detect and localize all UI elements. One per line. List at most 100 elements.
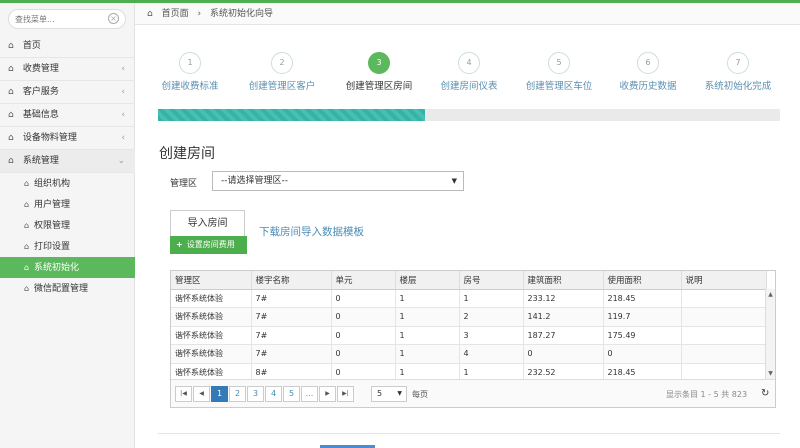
submenu-item-system-init[interactable]: ⌂ 系统初始化 xyxy=(0,257,135,278)
home-icon: ⌂ xyxy=(8,41,14,51)
chevron-left-icon: ‹ xyxy=(121,87,125,97)
submenu-item-label: 系统初始化 xyxy=(34,263,80,273)
step-label: 创建管理区房间 xyxy=(345,81,413,92)
page-button[interactable]: 3 xyxy=(247,386,264,402)
table-cell xyxy=(681,344,767,364)
house-icon: ⌂ xyxy=(24,200,30,209)
page-button[interactable]: 5 xyxy=(283,386,300,402)
step-label: 系统初始化完成 xyxy=(704,81,772,92)
set-room-fee-label: 设置房间费用 xyxy=(186,240,235,249)
table-row[interactable]: 谐怀系统体验 7# 0 1 1 233.12 218.45 xyxy=(171,289,767,308)
table-row[interactable]: 谐怀系统体验 7# 0 1 3 187.27 175.49 xyxy=(171,326,767,345)
table-cell: 3 xyxy=(459,326,524,345)
page-button[interactable]: 1 xyxy=(211,386,228,402)
column-header[interactable]: 建筑面积 xyxy=(523,271,604,290)
sidebar-item-system-management[interactable]: ⌂ 系统管理 ⌄ xyxy=(0,150,135,173)
import-rooms-tab[interactable]: 导入房间 xyxy=(170,210,245,236)
table-row[interactable]: 谐怀系统体验 7# 0 1 4 0 0 xyxy=(171,344,767,364)
caret-down-icon: ▼ xyxy=(397,390,402,397)
sidebar-item-fee-management[interactable]: ⌂ 收费管理 ‹ xyxy=(0,58,135,81)
wizard-step-6[interactable]: 6 收费历史数据 xyxy=(603,52,693,92)
chevron-right-icon: › xyxy=(197,9,202,19)
table-cell: 谐怀系统体验 xyxy=(171,307,252,327)
submenu-item-permissions[interactable]: ⌂ 权限管理 xyxy=(0,215,135,236)
sidebar-item-equipment[interactable]: ⌂ 设备物料管理 ‹ xyxy=(0,127,135,150)
pager-info: 显示条目 1 - 5 共 823 xyxy=(666,390,748,399)
column-header[interactable]: 楼宇名称 xyxy=(251,271,332,290)
chevron-left-icon: ‹ xyxy=(121,133,125,143)
page-button[interactable]: 2 xyxy=(229,386,246,402)
sidebar: × ⌂ 首页 ⌂ 收费管理 ‹ ⌂ 客户服务 ‹ ⌂ 基础信息 ‹ ⌂ 设备物料… xyxy=(0,3,135,448)
scroll-down-icon[interactable]: ▼ xyxy=(766,370,775,377)
wizard-step-5[interactable]: 5 创建管理区车位 xyxy=(514,52,604,92)
table-cell: 7# xyxy=(251,289,332,308)
wizard-step-3[interactable]: 3 创建管理区房间 xyxy=(334,52,424,92)
clear-search-icon[interactable]: × xyxy=(108,13,119,24)
sidebar-item-basic-info[interactable]: ⌂ 基础信息 ‹ xyxy=(0,104,135,127)
sidebar-item-home[interactable]: ⌂ 首页 xyxy=(0,35,135,58)
area-select[interactable]: --请选择管理区-- ▼ xyxy=(212,171,464,191)
submenu-item-wechat-config[interactable]: ⌂ 微信配置管理 xyxy=(0,278,135,299)
submenu-item-organization[interactable]: ⌂ 组织机构 xyxy=(0,173,135,194)
table-header-row: 管理区 楼宇名称 单元 楼层 房号 建筑面积 使用面积 说明 xyxy=(171,271,767,290)
wizard-step-1[interactable]: 1 创建收费标准 xyxy=(145,52,235,92)
column-header[interactable]: 说明 xyxy=(681,271,767,290)
next-page-button[interactable]: ▶ xyxy=(319,386,336,402)
sidebar-item-label: 收费管理 xyxy=(22,64,59,74)
wizard-step-2[interactable]: 2 创建管理区客户 xyxy=(237,52,327,92)
table-cell xyxy=(681,289,767,308)
table-cell xyxy=(681,326,767,345)
pager: |◀ ◀ 1 2 3 4 5 ... ▶ ▶| 5 ▼ 每页 显示条目 1 - … xyxy=(171,379,775,407)
table-cell: 0 xyxy=(331,307,396,327)
column-header[interactable]: 单元 xyxy=(331,271,396,290)
column-header[interactable]: 管理区 xyxy=(171,271,252,290)
first-page-button[interactable]: |◀ xyxy=(175,386,192,402)
refresh-icon[interactable]: ↻ xyxy=(761,388,769,399)
submenu-item-label: 权限管理 xyxy=(34,221,71,231)
house-icon: ⌂ xyxy=(8,110,14,120)
rooms-grid: 管理区 楼宇名称 单元 楼层 房号 建筑面积 使用面积 说明 谐怀系统体验 7#… xyxy=(170,270,776,408)
submenu-item-print-settings[interactable]: ⌂ 打印设置 xyxy=(0,236,135,257)
menu-search-input[interactable] xyxy=(15,10,107,28)
scroll-up-icon[interactable]: ▲ xyxy=(766,291,775,298)
wizard-step-4[interactable]: 4 创建房间仪表 xyxy=(424,52,514,92)
breadcrumb-home-link[interactable]: 首页面 xyxy=(162,9,189,19)
sidebar-item-label: 客户服务 xyxy=(22,87,59,97)
page-size-select[interactable]: 5 ▼ xyxy=(371,386,407,402)
prev-page-button[interactable]: ◀ xyxy=(193,386,210,402)
step-number: 1 xyxy=(179,52,201,74)
download-template-link[interactable]: 下载房间导入数据模板 xyxy=(259,224,364,239)
table-row[interactable]: 谐怀系统体验 7# 0 1 2 141.2 119.7 xyxy=(171,307,767,327)
table-cell: 218.45 xyxy=(603,289,682,308)
step-label: 创建管理区车位 xyxy=(525,81,593,92)
last-page-button[interactable]: ▶| xyxy=(337,386,354,402)
submenu-item-label: 打印设置 xyxy=(34,242,71,252)
sidebar-item-label: 基础信息 xyxy=(22,110,59,120)
house-icon: ⌂ xyxy=(8,64,14,74)
set-room-fee-button[interactable]: + 设置房间费用 xyxy=(170,236,247,254)
column-header[interactable]: 使用面积 xyxy=(603,271,682,290)
table-cell: 2 xyxy=(459,307,524,327)
wizard-step-7[interactable]: 7 系统初始化完成 xyxy=(693,52,783,92)
page-ellipsis: ... xyxy=(301,386,318,402)
submenu-item-users[interactable]: ⌂ 用户管理 xyxy=(0,194,135,215)
house-icon: ⌂ xyxy=(24,242,30,251)
wizard-steps: 1 创建收费标准 2 创建管理区客户 3 创建管理区房间 4 创建房间仪表 5 … xyxy=(158,52,780,92)
table-vertical-scrollbar[interactable]: ▲ ▼ xyxy=(765,289,775,379)
table-cell: 0 xyxy=(523,344,604,364)
table-cell: 谐怀系统体验 xyxy=(171,326,252,345)
page-size-value: 5 xyxy=(377,389,383,398)
step-number: 2 xyxy=(271,52,293,74)
step-number: 4 xyxy=(458,52,480,74)
table-cell: 7# xyxy=(251,344,332,364)
wizard-progress-bar xyxy=(158,109,780,121)
caret-down-icon: ▼ xyxy=(451,177,457,185)
menu-search-box[interactable]: × xyxy=(8,9,126,29)
page-button[interactable]: 4 xyxy=(265,386,282,402)
table-cell: 0 xyxy=(331,289,396,308)
column-header[interactable]: 房号 xyxy=(459,271,524,290)
column-header[interactable]: 楼层 xyxy=(395,271,460,290)
submenu-item-label: 组织机构 xyxy=(34,179,71,189)
sidebar-item-label: 设备物料管理 xyxy=(22,133,77,143)
sidebar-item-customer-service[interactable]: ⌂ 客户服务 ‹ xyxy=(0,81,135,104)
